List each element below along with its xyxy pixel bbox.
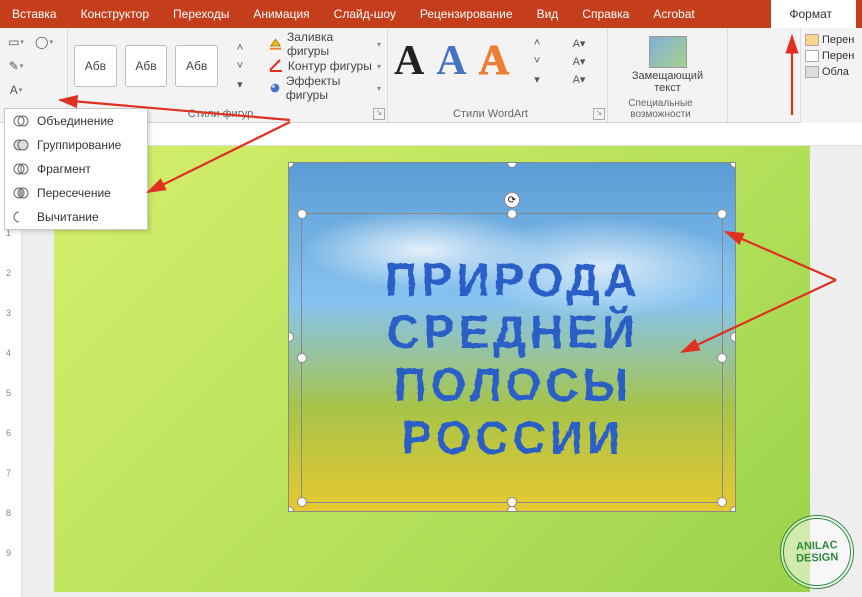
text-box-button[interactable]: A (4, 80, 28, 100)
tab-help[interactable]: Справка (570, 0, 641, 28)
resize-handle[interactable] (730, 162, 736, 168)
picture-placeholder[interactable]: ⟳ ⟳ ПРИРОДА СРЕДНЕЙ ПОЛОСЫ РОССИИ (288, 162, 736, 512)
wordart-dialog-launcher[interactable]: ↘ (593, 108, 605, 120)
resize-handle[interactable] (507, 209, 517, 219)
tab-transitions[interactable]: Переходы (161, 0, 241, 28)
merge-combine-item[interactable]: Группирование (5, 133, 147, 157)
resize-handle[interactable] (288, 332, 294, 342)
resize-handle[interactable] (507, 506, 517, 512)
merge-fragment-label: Фрагмент (37, 162, 91, 176)
style-swatch-3[interactable]: Абв (175, 45, 218, 87)
tab-format[interactable]: Формат (771, 0, 862, 28)
resize-handle[interactable] (717, 497, 727, 507)
bring-forward-button[interactable]: Перен (805, 34, 862, 46)
shape-outline-button[interactable]: Контур фигуры▾ (268, 56, 381, 76)
wordart-style-3[interactable]: A (479, 40, 509, 82)
merge-subtract-label: Вычитание (37, 210, 99, 224)
edit-shape-button[interactable]: ✎ (4, 56, 28, 76)
tab-design[interactable]: Конструктор (69, 0, 161, 28)
tab-acrobat[interactable]: Acrobat (641, 0, 706, 28)
text-outline-button[interactable]: A▾ (567, 52, 591, 70)
merge-shapes-button[interactable]: ◯ (32, 32, 56, 52)
shape-outline-label: Контур фигуры (288, 59, 372, 73)
shape-fill-button[interactable]: Заливка фигуры▾ (268, 34, 381, 54)
merge-subtract-item[interactable]: Вычитание (5, 205, 147, 229)
send-backward-button[interactable]: Перен (805, 50, 862, 62)
resize-handle[interactable] (288, 162, 294, 168)
wordart-text-box[interactable]: ⟳ ПРИРОДА СРЕДНЕЙ ПОЛОСЫ РОССИИ (301, 213, 723, 503)
arrange-pane-partial: Перен Перен Обла (800, 28, 862, 123)
resize-handle[interactable] (717, 353, 727, 363)
ribbon-tab-strip: Вставка Конструктор Переходы Анимация Сл… (0, 0, 862, 28)
resize-handle[interactable] (717, 209, 727, 219)
tab-slideshow[interactable]: Слайд-шоу (322, 0, 408, 28)
gallery-down-icon[interactable]: ˅ (228, 57, 252, 75)
wordart-gallery-up-icon[interactable]: ˄ (525, 34, 549, 52)
wordart-styles-group-label: Стили WordArt (388, 108, 593, 120)
shape-effects-label: Эффекты фигуры (286, 74, 373, 102)
resize-handle[interactable] (730, 506, 736, 512)
selection-pane-button[interactable]: Обла (805, 66, 862, 78)
accessibility-group-label: Специальные возможности (608, 98, 713, 120)
alt-text-label: Замещающий текст (632, 70, 703, 94)
merge-fragment-item[interactable]: Фрагмент (5, 157, 147, 181)
merge-union-item[interactable]: Объединение (5, 109, 147, 133)
slide-text-line-2: СРЕДНЕЙ (386, 306, 638, 357)
merge-shapes-menu: Объединение Группирование Фрагмент Перес… (4, 108, 148, 230)
slide-text-line-3: ПОЛОСЫ (393, 359, 631, 410)
shape-fill-label: Заливка фигуры (287, 30, 373, 58)
resize-handle[interactable] (507, 162, 517, 168)
text-effects-button[interactable]: A▾ (567, 70, 591, 88)
horizontal-ruler (22, 128, 862, 146)
text-fill-button[interactable]: A▾ (567, 34, 591, 52)
slide-text-line-4: РОССИИ (401, 412, 623, 463)
wordart-style-2[interactable]: A (436, 40, 466, 82)
tab-view[interactable]: Вид (525, 0, 571, 28)
merge-combine-label: Группирование (37, 138, 121, 152)
slide-canvas[interactable]: ⟳ ⟳ ПРИРОДА СРЕДНЕЙ ПОЛОСЫ РОССИИ (22, 146, 862, 597)
resize-handle[interactable] (297, 353, 307, 363)
tab-review[interactable]: Рецензирование (408, 0, 525, 28)
style-swatch-1[interactable]: Абв (74, 45, 117, 87)
resize-handle[interactable] (730, 332, 736, 342)
shapes-gallery-button[interactable]: ▭ (4, 32, 28, 52)
gallery-more-icon[interactable]: ▾ (228, 75, 252, 93)
accessibility-group: Замещающий текст Специальные возможности (608, 28, 728, 122)
slide-text-line-1: ПРИРОДА (384, 254, 640, 305)
wordart-styles-group: A A A ˄ ˅ ▾ A▾ A▾ A▾ Стили WordArt ↘ (388, 28, 608, 122)
gallery-up-icon[interactable]: ˄ (228, 39, 252, 57)
merge-intersect-item[interactable]: Пересечение (5, 181, 147, 205)
shape-styles-dialog-launcher[interactable]: ↘ (373, 108, 385, 120)
slide[interactable]: ⟳ ⟳ ПРИРОДА СРЕДНЕЙ ПОЛОСЫ РОССИИ (54, 146, 810, 592)
resize-handle[interactable] (297, 209, 307, 219)
wordart-gallery-down-icon[interactable]: ˅ (525, 52, 549, 70)
style-swatch-2[interactable]: Абв (125, 45, 168, 87)
merge-intersect-label: Пересечение (37, 186, 111, 200)
merge-union-label: Объединение (37, 114, 114, 128)
shape-effects-button[interactable]: Эффекты фигуры▾ (268, 78, 381, 98)
resize-handle[interactable] (288, 506, 294, 512)
resize-handle[interactable] (297, 497, 307, 507)
wordart-style-1[interactable]: A (394, 40, 424, 82)
tab-animations[interactable]: Анимация (241, 0, 321, 28)
wordart-gallery-more-icon[interactable]: ▾ (525, 70, 549, 88)
rotate-handle-inner-icon[interactable]: ⟳ (504, 192, 520, 208)
alt-text-icon[interactable] (649, 36, 687, 68)
tab-insert[interactable]: Вставка (0, 0, 69, 28)
